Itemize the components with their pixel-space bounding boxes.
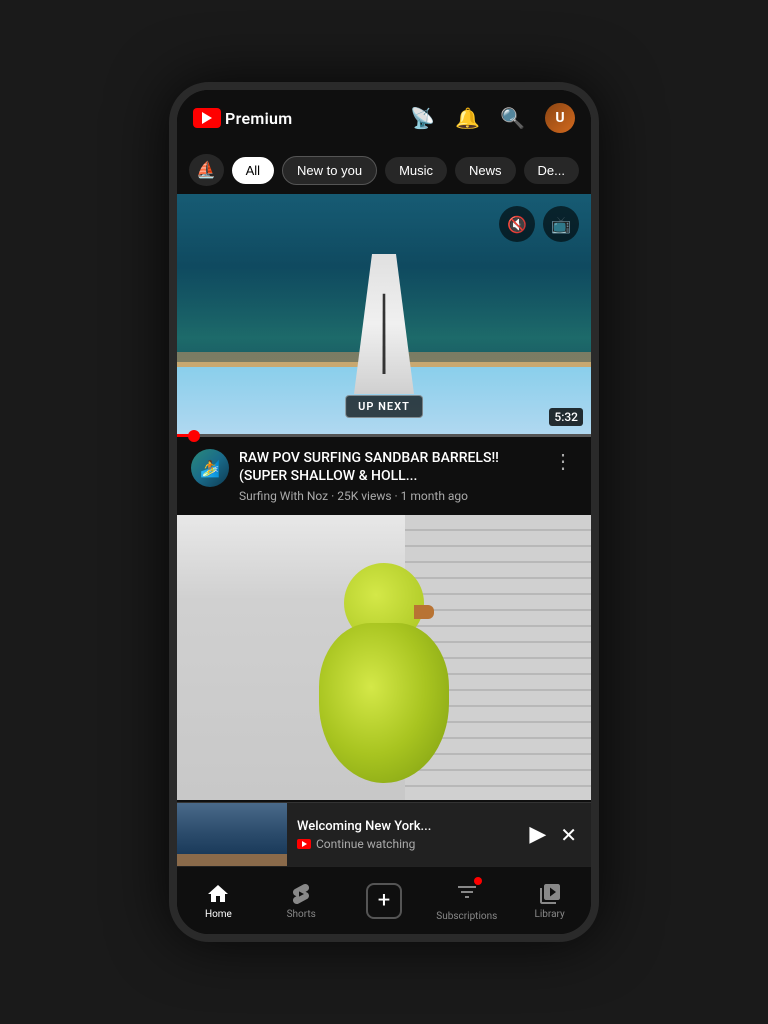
mini-thumb [177, 803, 287, 867]
chip-more[interactable]: De... [524, 157, 579, 184]
up-next-badge: UP NEXT [345, 395, 423, 418]
bird-video-background [177, 515, 591, 800]
nav-shorts[interactable]: Shorts [260, 882, 343, 920]
chip-music[interactable]: Music [385, 157, 447, 184]
bell-icon[interactable]: 🔔 [455, 106, 480, 130]
phone-frame: Premium 📡 🔔 🔍 U ⛵ All New to you Music N… [169, 82, 599, 942]
mini-player-controls: ▶ ✕ [529, 822, 591, 847]
video-text-info: RAW POV SURFING SANDBAR BARRELS!! (SUPER… [239, 449, 539, 503]
youtube-logo[interactable]: Premium [193, 108, 292, 128]
mini-player[interactable]: Welcoming New York... Continue watching … [177, 802, 591, 866]
channel-avatar-img: 🏄 [191, 449, 229, 487]
shorts-icon [289, 882, 313, 906]
chip-news[interactable]: News [455, 157, 516, 184]
bird-body [319, 623, 449, 783]
video-age: 1 month ago [401, 489, 468, 503]
library-label: Library [534, 909, 564, 920]
header: Premium 📡 🔔 🔍 U [177, 90, 591, 146]
bird-visual [294, 563, 474, 783]
mini-thumb-visual [177, 803, 287, 867]
captions-button[interactable]: 📺 [543, 206, 579, 242]
cast-icon[interactable]: 📡 [410, 106, 435, 130]
avatar[interactable]: U [545, 103, 575, 133]
surfboard-line-visual [383, 294, 386, 374]
video-overlay-controls: 🔇 📺 [499, 206, 579, 242]
second-video[interactable] [177, 515, 591, 800]
chip-new-to-you[interactable]: New to you [282, 156, 377, 185]
header-actions: 📡 🔔 🔍 U [410, 103, 575, 133]
video-player[interactable]: 🔇 📺 UP NEXT 5:32 [177, 194, 591, 434]
chip-all[interactable]: All [232, 157, 274, 184]
notification-dot [474, 877, 482, 885]
channel-name[interactable]: Surfing With Noz [239, 489, 328, 503]
bird-beak [414, 605, 434, 619]
yt-icon [193, 108, 221, 128]
filter-bar: ⛵ All New to you Music News De... [177, 146, 591, 194]
nav-home[interactable]: Home [177, 882, 260, 920]
video-title: RAW POV SURFING SANDBAR BARRELS!! (SUPER… [239, 449, 539, 485]
library-icon [538, 882, 562, 906]
mini-player-title: Welcoming New York... [297, 819, 519, 834]
premium-label: Premium [225, 109, 292, 128]
app-container: Premium 📡 🔔 🔍 U ⛵ All New to you Music N… [177, 90, 591, 934]
mini-continue-label: Continue watching [316, 837, 415, 851]
nav-add[interactable]: + [343, 883, 426, 919]
bottom-nav: Home Shorts + Subscr [177, 866, 591, 934]
shorts-label: Shorts [287, 909, 316, 920]
mute-button[interactable]: 🔇 [499, 206, 535, 242]
home-label: Home [205, 909, 232, 920]
nav-subscriptions[interactable]: Subscriptions [425, 880, 508, 922]
home-icon [206, 882, 230, 906]
subscriptions-label: Subscriptions [436, 911, 497, 922]
progress-bar[interactable] [177, 434, 591, 437]
more-options-button[interactable]: ⋮ [549, 449, 577, 503]
mini-play-button[interactable]: ▶ [529, 822, 546, 847]
add-icon: + [366, 883, 402, 919]
mini-player-sub: Continue watching [297, 837, 519, 851]
duration-badge: 5:32 [549, 408, 583, 426]
progress-dot [188, 430, 200, 442]
mini-premium-icon [297, 839, 311, 849]
channel-avatar[interactable]: 🏄 [191, 449, 229, 487]
nav-library[interactable]: Library [508, 882, 591, 920]
video-views: 25K views [337, 489, 391, 503]
header-logo-area: Premium [193, 108, 292, 128]
subscriptions-icon-wrapper [455, 880, 479, 908]
search-icon[interactable]: 🔍 [500, 106, 525, 130]
video-info: 🏄 RAW POV SURFING SANDBAR BARRELS!! (SUP… [177, 437, 591, 515]
explore-chip[interactable]: ⛵ [189, 154, 224, 186]
video-meta: Surfing With Noz · 25K views · 1 month a… [239, 489, 539, 503]
mini-player-info: Welcoming New York... Continue watching [297, 819, 519, 851]
mini-close-button[interactable]: ✕ [560, 823, 577, 847]
